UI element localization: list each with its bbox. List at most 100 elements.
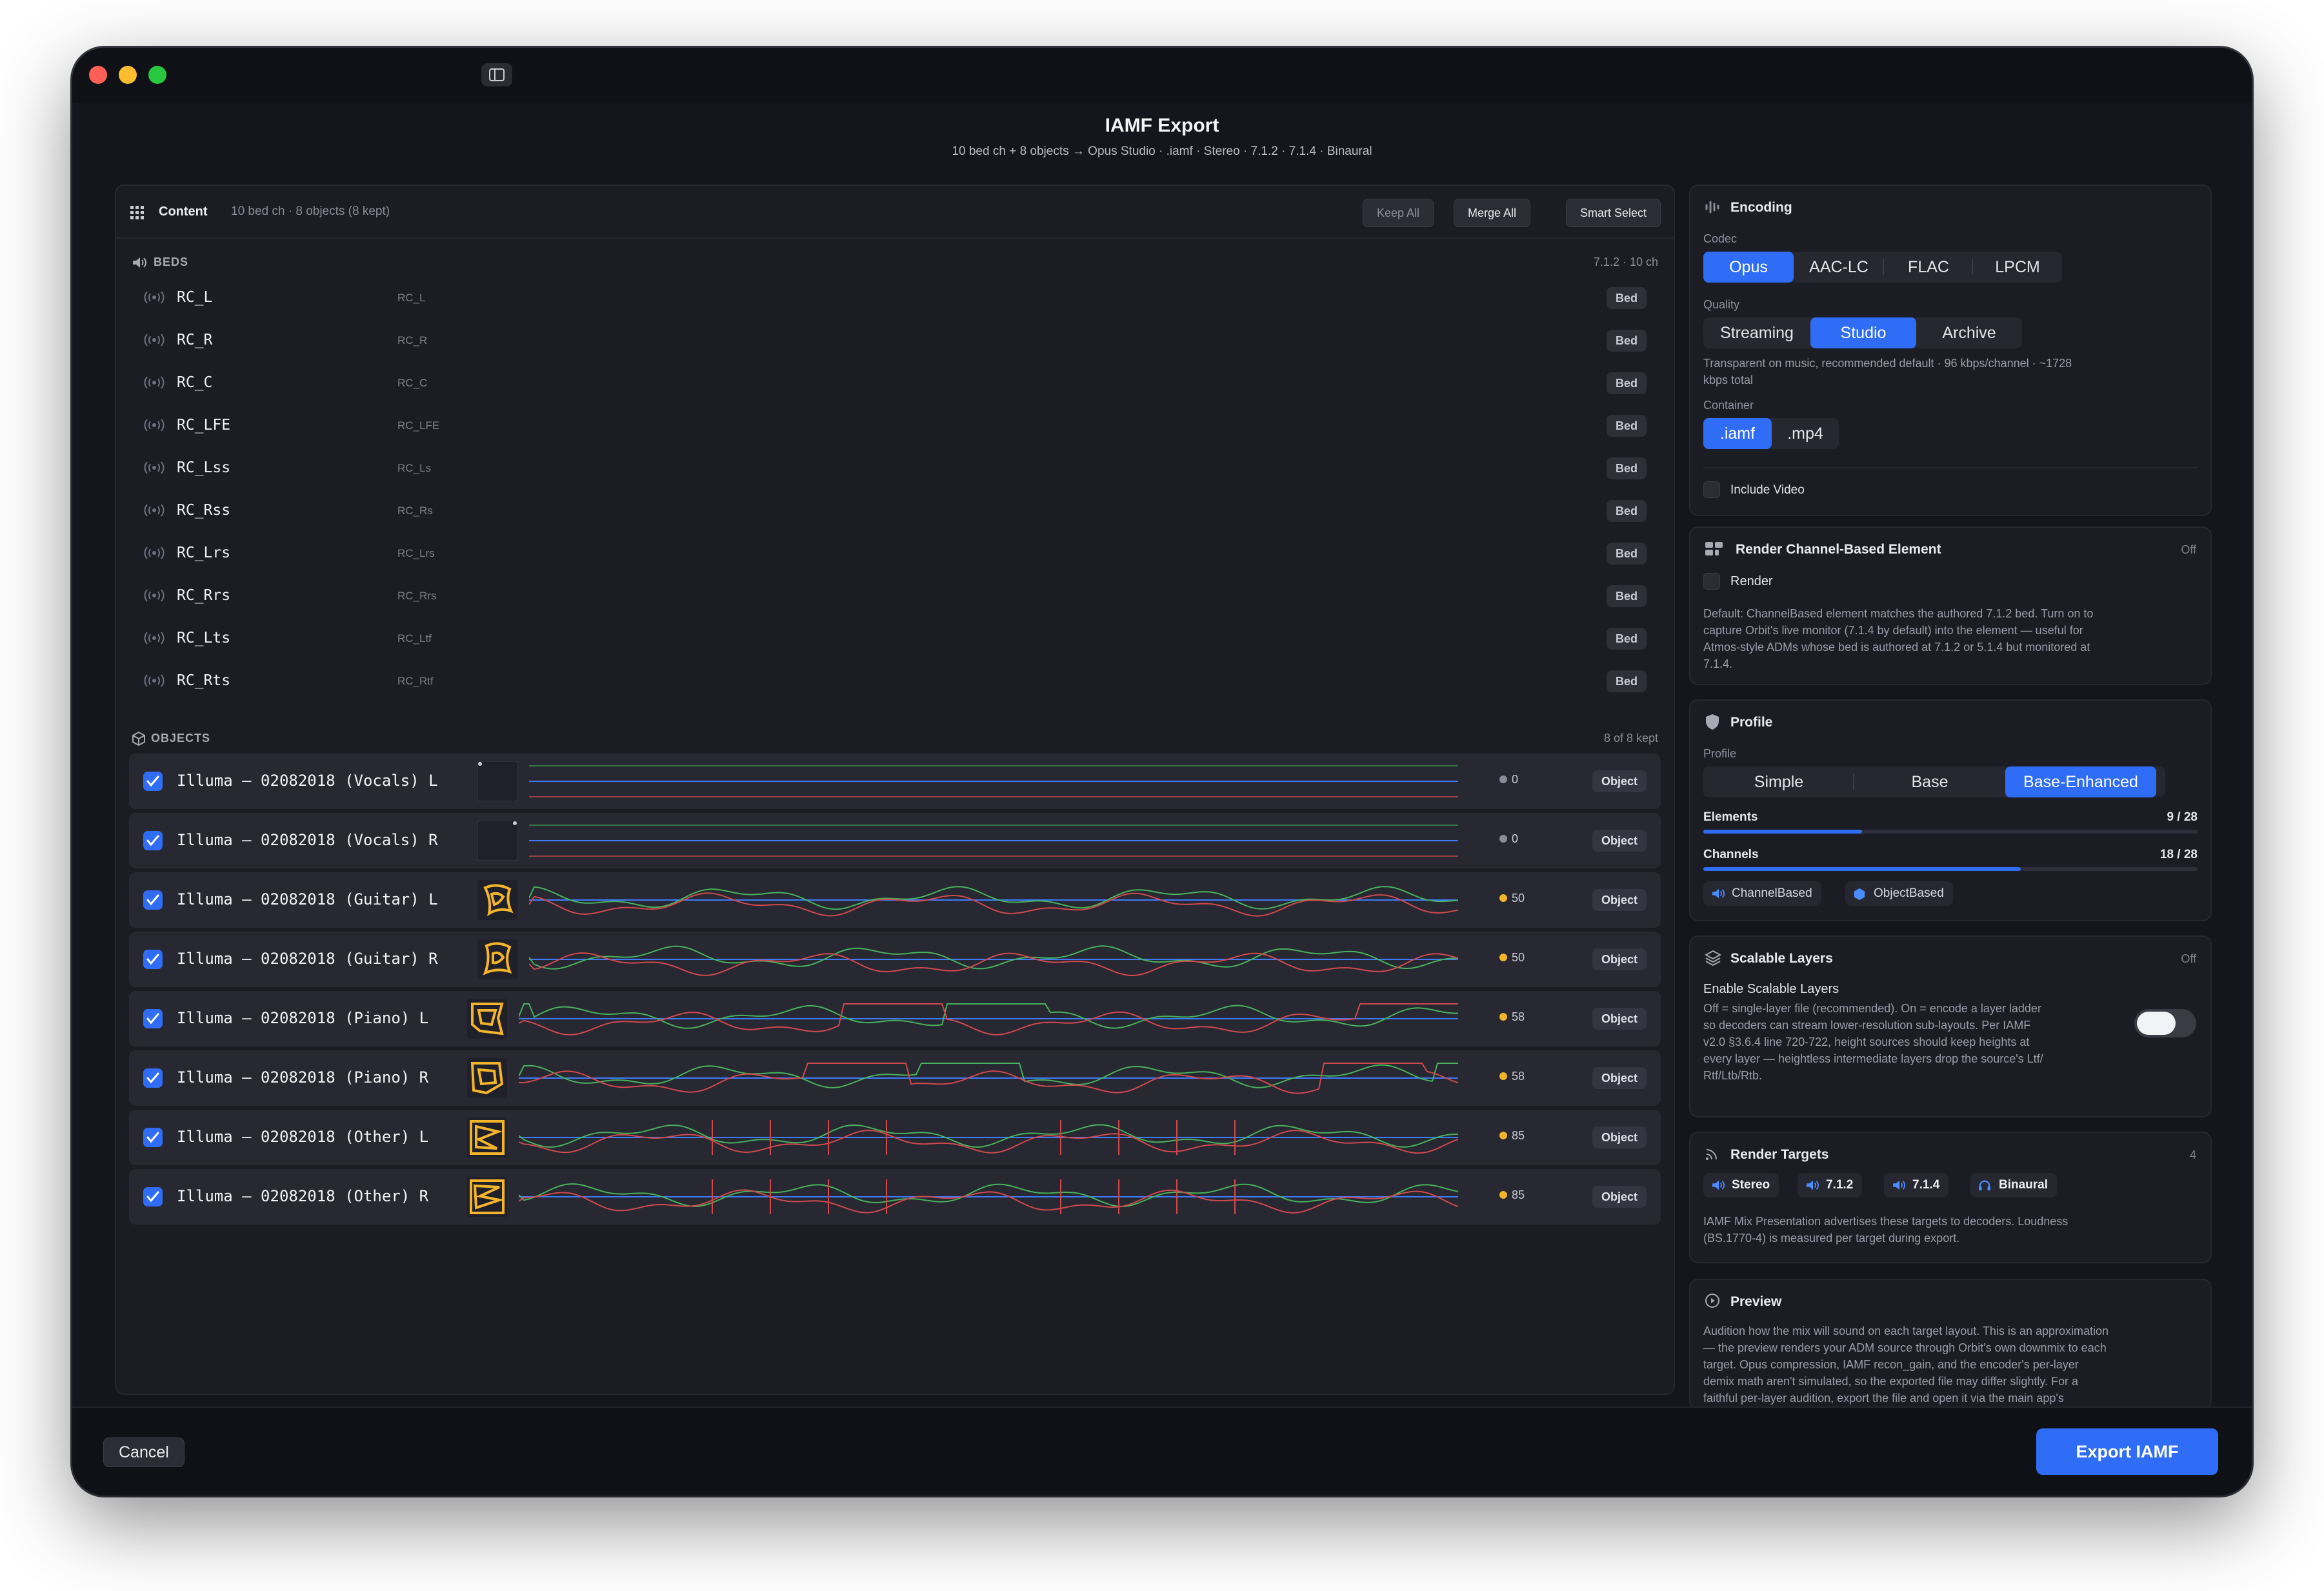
keep-checkbox[interactable]	[143, 1009, 163, 1028]
bed-badge: Bed	[1606, 415, 1647, 437]
object-name: Illuma – 02082018 (Other) L	[177, 1128, 429, 1146]
scalable-description: Off = single-layer file (recommended). O…	[1703, 1002, 2043, 1082]
merge-all-button[interactable]: Merge All	[1453, 199, 1530, 227]
render-targets-count: 4	[2189, 1148, 2196, 1161]
bed-name: RC_L	[177, 289, 213, 306]
codec-option[interactable]: AAC-LC	[1794, 252, 1884, 283]
trajectory-trace	[519, 1003, 1458, 1036]
object-badge: Object	[1592, 830, 1647, 852]
quality-option[interactable]: Streaming	[1703, 317, 1810, 348]
bed-row[interactable]: RC_Lrs RC_Lrs Bed	[129, 533, 1661, 574]
trajectory-trace	[519, 1179, 1458, 1214]
minimize-window-button[interactable]	[119, 66, 137, 84]
object-name: Illuma – 02082018 (Vocals) L	[177, 772, 438, 790]
codec-option-label: Opus	[1729, 258, 1768, 276]
keep-checkbox[interactable]	[143, 1187, 163, 1206]
content-header: Content 10 bed ch · 8 objects (8 kept) K…	[116, 186, 1674, 239]
render-checkbox[interactable]	[1703, 573, 1720, 590]
profile-option[interactable]: Simple	[1703, 766, 1854, 797]
checkmark-icon	[146, 775, 159, 787]
container-option[interactable]: .iamf	[1703, 418, 1772, 449]
container-option[interactable]: .mp4	[1772, 418, 1839, 449]
smart-select-button[interactable]: Smart Select	[1565, 199, 1661, 227]
iamf-export-window: IAMF Export 10 bed ch + 8 objects → Opus…	[72, 48, 2252, 1496]
bed-channel-id: RC_Ltf	[397, 632, 432, 645]
panner-thumbnail	[477, 939, 517, 979]
object-row[interactable]: Illuma – 02082018 (Piano) L 58 Object	[129, 991, 1661, 1046]
antenna-icon	[144, 376, 165, 389]
bed-row[interactable]: RC_C RC_C Bed	[129, 363, 1661, 404]
keep-checkbox[interactable]	[143, 890, 163, 910]
object-row[interactable]: Illuma – 02082018 (Other) R 85 Object	[129, 1169, 1661, 1225]
container-segmented: .iamf .mp4	[1703, 418, 1839, 449]
object-row[interactable]: Illuma – 02082018 (Guitar) R 50 Object	[129, 932, 1661, 987]
keep-checkbox[interactable]	[143, 950, 163, 969]
object-row[interactable]: Illuma – 02082018 (Vocals) R 0 Object	[129, 813, 1661, 868]
target-stereo-chip[interactable]: Stereo	[1703, 1173, 1779, 1197]
render-cbe-card: Render Channel-Based Element Off Render …	[1689, 526, 2212, 685]
waveform-icon	[1705, 201, 1719, 214]
status-dot	[1499, 894, 1507, 902]
codec-option[interactable]: LPCM	[1973, 252, 2062, 283]
include-video-checkbox[interactable]	[1703, 481, 1720, 498]
antenna-icon	[144, 504, 165, 517]
object-row[interactable]: Illuma – 02082018 (Vocals) L 0 Object	[129, 754, 1661, 809]
object-row[interactable]: Illuma – 02082018 (Other) L 85 Object	[129, 1110, 1661, 1165]
keep-checkbox[interactable]	[143, 772, 163, 791]
enable-scalable-label: Enable Scalable Layers	[1703, 982, 1839, 996]
bed-channel-id: RC_R	[397, 334, 428, 346]
antenna-icon	[144, 632, 165, 645]
object-row[interactable]: Illuma – 02082018 (Guitar) L 50 Object	[129, 872, 1661, 928]
zoom-window-button[interactable]	[148, 66, 166, 84]
bed-row[interactable]: RC_Rts RC_Rtf Bed	[129, 661, 1661, 702]
render-targets-description: IAMF Mix Presentation advertises these t…	[1703, 1215, 2069, 1245]
object-badge: Object	[1592, 1067, 1647, 1089]
bed-row[interactable]: RC_Rss RC_Rs Bed	[129, 490, 1661, 532]
object-row[interactable]: Illuma – 02082018 (Piano) R 58 Object	[129, 1050, 1661, 1106]
profile-option[interactable]: Base-Enhanced	[2005, 766, 2156, 797]
play-circle-icon	[1705, 1294, 1719, 1308]
checkmark-icon	[146, 1132, 159, 1143]
target-714-chip[interactable]: 7.1.4	[1884, 1173, 1949, 1197]
content-panel: Content 10 bed ch · 8 objects (8 kept) K…	[115, 185, 1675, 1395]
bed-channel-id: RC_Lrs	[397, 547, 435, 559]
codec-option[interactable]: Opus	[1703, 252, 1794, 283]
checkmark-icon	[146, 954, 159, 965]
profile-option[interactable]: Base	[1854, 766, 2005, 797]
bed-row[interactable]: RC_Lss RC_Ls Bed	[129, 448, 1661, 489]
codec-label: Codec	[1703, 232, 1738, 245]
quality-option[interactable]: Studio	[1810, 317, 1916, 348]
codec-segmented: Opus AAC-LC FLAC LPCM	[1703, 252, 2062, 283]
keep-checkbox[interactable]	[143, 831, 163, 850]
object-badge: Object	[1592, 770, 1647, 792]
object-name: Illuma – 02082018 (Guitar) R	[177, 950, 438, 968]
bed-row[interactable]: RC_Lts RC_Ltf Bed	[129, 618, 1661, 659]
bed-row[interactable]: RC_Rrs RC_Rrs Bed	[129, 575, 1661, 617]
quality-option[interactable]: Archive	[1916, 317, 2022, 348]
target-binaural-chip[interactable]: Binaural	[1970, 1173, 2058, 1197]
keep-checkbox[interactable]	[143, 1068, 163, 1088]
include-video-label: Include Video	[1730, 483, 1805, 497]
bed-row[interactable]: RC_L RC_L Bed	[129, 277, 1661, 319]
speaker-icon	[133, 257, 146, 268]
codec-option[interactable]: FLAC	[1884, 252, 1973, 283]
bed-channel-id: RC_LFE	[397, 419, 440, 432]
bed-row[interactable]: RC_LFE RC_LFE Bed	[129, 405, 1661, 446]
sidebar-toggle-button[interactable]	[481, 63, 512, 86]
cube-icon	[1854, 888, 1865, 901]
keyframe-count: 85	[1499, 1188, 1525, 1202]
channels-bar	[1703, 867, 2198, 871]
bed-badge: Bed	[1606, 628, 1647, 650]
export-iamf-button[interactable]: Export IAMF	[2036, 1428, 2218, 1475]
speaker-icon	[1712, 1180, 1725, 1190]
status-dot	[1499, 954, 1507, 961]
keep-all-button[interactable]: Keep All	[1362, 199, 1434, 227]
status-dot	[1499, 1072, 1507, 1080]
keep-checkbox[interactable]	[143, 1128, 163, 1147]
bed-channel-id: RC_C	[397, 377, 428, 389]
close-window-button[interactable]	[89, 66, 107, 84]
bed-row[interactable]: RC_R RC_R Bed	[129, 320, 1661, 361]
target-712-chip[interactable]: 7.1.2	[1798, 1173, 1863, 1197]
cancel-button[interactable]: Cancel	[103, 1437, 185, 1467]
scalable-layers-toggle[interactable]	[2134, 1009, 2196, 1037]
